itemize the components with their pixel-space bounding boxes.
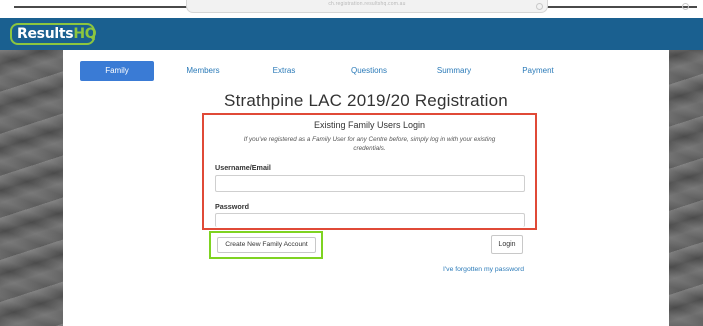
step-members[interactable]: Members [168, 61, 238, 81]
logo-text-accent: HQ [73, 26, 97, 42]
step-payment[interactable]: Payment [501, 61, 575, 81]
existing-users-login-box: Existing Family Users Login If you've re… [202, 113, 537, 230]
reload-icon[interactable] [536, 3, 543, 10]
app-header: ResultsHQ [0, 18, 703, 50]
registration-steps: Family Members Extras Questions Summary … [80, 61, 638, 83]
step-questions[interactable]: Questions [332, 61, 406, 81]
forgot-password-link[interactable]: I've forgotten my password [416, 266, 524, 273]
create-account-highlight: Create New Family Account [209, 231, 323, 259]
login-button[interactable]: Login [491, 235, 523, 254]
address-bar-url: ch.registration.resultshq.com.au [328, 1, 406, 7]
username-input[interactable] [215, 175, 525, 192]
create-family-account-button[interactable]: Create New Family Account [217, 237, 316, 253]
page-title: Strathpine LAC 2019/20 Registration [224, 91, 508, 110]
browser-chrome: ch.registration.resultshq.com.au [0, 0, 703, 18]
step-summary[interactable]: Summary [417, 61, 491, 81]
password-input[interactable] [215, 213, 525, 227]
step-family[interactable]: Family [80, 61, 154, 81]
logo-text-primary: Results [17, 26, 74, 42]
step-extras[interactable]: Extras [251, 61, 317, 81]
resultshq-logo[interactable]: ResultsHQ [10, 23, 97, 45]
address-bar[interactable]: ch.registration.resultshq.com.au [186, 0, 548, 13]
username-label: Username/Email [215, 163, 271, 172]
password-label: Password [215, 202, 249, 211]
login-heading: Existing Family Users Login [313, 120, 426, 130]
registration-panel: Family Members Extras Questions Summary … [63, 50, 669, 326]
login-hint: If you've registered as a Family User fo… [243, 136, 496, 152]
extension-icon[interactable] [682, 3, 689, 10]
